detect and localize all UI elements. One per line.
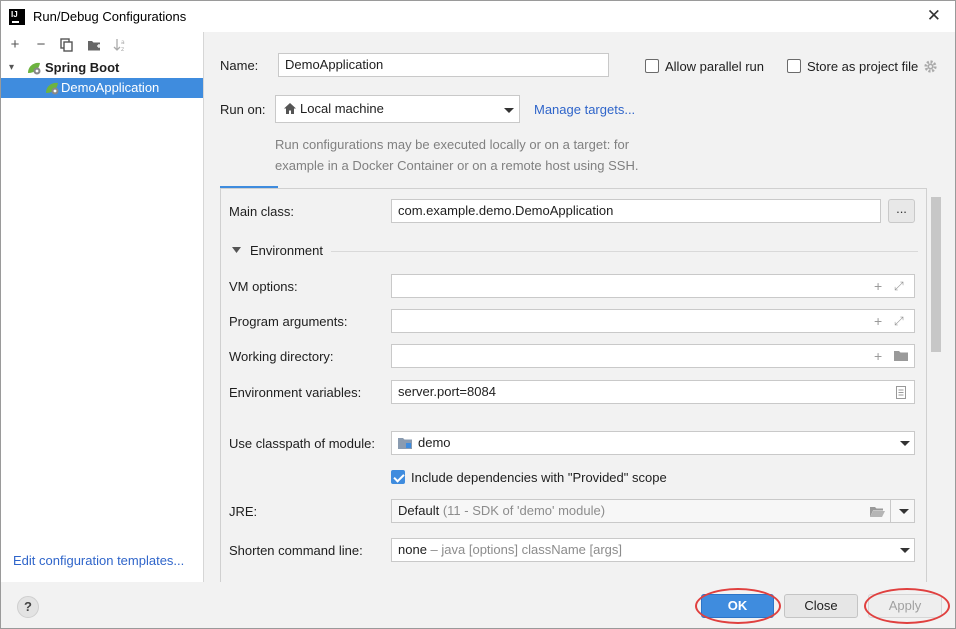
run-on-select[interactable]: Local machine — [275, 95, 520, 123]
classpath-module-value: demo — [418, 435, 451, 450]
new-folder-icon[interactable] — [85, 36, 103, 54]
program-arguments-label: Program arguments: — [229, 314, 348, 329]
edit-templates-link[interactable]: Edit configuration templates... — [13, 553, 184, 568]
environment-separator — [331, 251, 918, 252]
window-title: Run/Debug Configurations — [33, 9, 187, 24]
spring-boot-icon — [28, 62, 41, 75]
chevron-down-icon: ▾ — [9, 62, 15, 73]
chevron-down-icon — [900, 548, 910, 553]
svg-text:z: z — [121, 46, 124, 52]
chevron-down-icon[interactable] — [899, 509, 909, 514]
intellij-logo-icon: IJ — [9, 9, 25, 25]
plus-icon[interactable]: + — [874, 279, 882, 293]
gear-icon[interactable] — [923, 59, 938, 74]
environment-variables-value: server.port=8084 — [398, 384, 496, 399]
run-on-hint-line2: example in a Docker Container or on a re… — [275, 158, 639, 173]
vertical-scrollbar[interactable] — [931, 197, 941, 352]
folder-open-icon[interactable] — [870, 506, 885, 517]
folder-icon[interactable] — [894, 350, 908, 361]
close-button[interactable]: Close — [784, 594, 858, 618]
home-icon — [284, 103, 296, 114]
svg-text:a: a — [121, 39, 125, 46]
spring-boot-app-icon — [46, 82, 59, 95]
jre-divider — [890, 500, 891, 522]
browse-main-class-button[interactable]: ... — [888, 199, 915, 223]
jre-detail: (11 - SDK of 'demo' module) — [442, 503, 606, 518]
expand-icon[interactable]: ⤢ — [894, 314, 904, 328]
tree-item-demoapplication[interactable]: DemoApplication — [1, 78, 203, 98]
shorten-detail: – java [options] className [args] — [430, 542, 623, 557]
module-folder-icon — [398, 438, 412, 449]
run-on-value: Local machine — [300, 101, 384, 116]
run-on-hint-line1: Run configurations may be executed local… — [275, 137, 630, 152]
configurations-sidebar: + − az ▾ Spring Boot DemoApplication Edi… — [1, 32, 204, 582]
shorten-value: none — [398, 542, 427, 557]
remove-configuration-icon[interactable]: − — [32, 36, 50, 54]
include-dependencies-checkbox[interactable] — [391, 470, 405, 484]
chevron-down-icon — [504, 108, 514, 113]
tree-group-spring-boot[interactable]: ▾ Spring Boot — [1, 58, 203, 78]
plus-icon[interactable]: + — [874, 349, 882, 363]
plus-icon[interactable]: + — [874, 314, 882, 328]
classpath-module-select[interactable]: demo — [391, 431, 915, 455]
run-on-label: Run on: — [220, 102, 266, 117]
main-class-label: Main class: — [229, 204, 295, 219]
collapse-arrow-icon[interactable] — [232, 247, 241, 253]
vm-options-label: VM options: — [229, 279, 298, 294]
include-dependencies-label: Include dependencies with "Provided" sco… — [411, 470, 667, 485]
classpath-module-label: Use classpath of module: — [229, 436, 375, 451]
store-project-label: Store as project file — [807, 59, 919, 74]
apply-highlight-ring — [864, 588, 950, 624]
ok-highlight-ring — [695, 588, 781, 624]
main-class-input[interactable]: com.example.demo.DemoApplication — [391, 199, 881, 223]
vm-options-input[interactable]: + ⤢ — [391, 274, 915, 298]
jre-select[interactable]: Default (11 - SDK of 'demo' module) — [391, 499, 915, 523]
jre-label: JRE: — [229, 504, 258, 519]
copy-configuration-icon[interactable] — [58, 36, 76, 54]
name-label: Name: — [220, 58, 259, 73]
help-button[interactable]: ? — [17, 596, 39, 618]
tree-group-label: Spring Boot — [45, 60, 120, 75]
run-debug-dialog: IJ Run/Debug Configurations ✕ + − az ▾ S… — [0, 0, 956, 629]
chevron-down-icon — [900, 441, 910, 446]
manage-targets-link[interactable]: Manage targets... — [534, 102, 635, 117]
title-bar: IJ Run/Debug Configurations ✕ — [1, 1, 955, 32]
document-icon[interactable] — [896, 386, 906, 399]
working-directory-input[interactable]: + — [391, 344, 915, 368]
close-window-icon[interactable]: ✕ — [927, 6, 941, 26]
jre-value: Default — [398, 503, 440, 518]
allow-parallel-checkbox[interactable] — [645, 59, 659, 73]
tree-item-label: DemoApplication — [61, 80, 160, 95]
program-arguments-input[interactable]: + ⤢ — [391, 309, 915, 333]
expand-icon[interactable]: ⤢ — [894, 279, 904, 293]
store-project-checkbox[interactable] — [787, 59, 801, 73]
environment-variables-input[interactable]: server.port=8084 — [391, 380, 915, 404]
add-configuration-icon[interactable]: + — [6, 36, 24, 54]
environment-variables-label: Environment variables: — [229, 385, 362, 400]
shorten-command-line-label: Shorten command line: — [229, 543, 363, 558]
working-directory-label: Working directory: — [229, 349, 334, 364]
name-input[interactable]: DemoApplication — [278, 53, 609, 77]
sort-icon[interactable]: az — [111, 36, 129, 54]
environment-section-label: Environment — [250, 243, 323, 258]
allow-parallel-label: Allow parallel run — [665, 59, 764, 74]
shorten-command-line-select[interactable]: none – java [options] className [args] — [391, 538, 915, 562]
